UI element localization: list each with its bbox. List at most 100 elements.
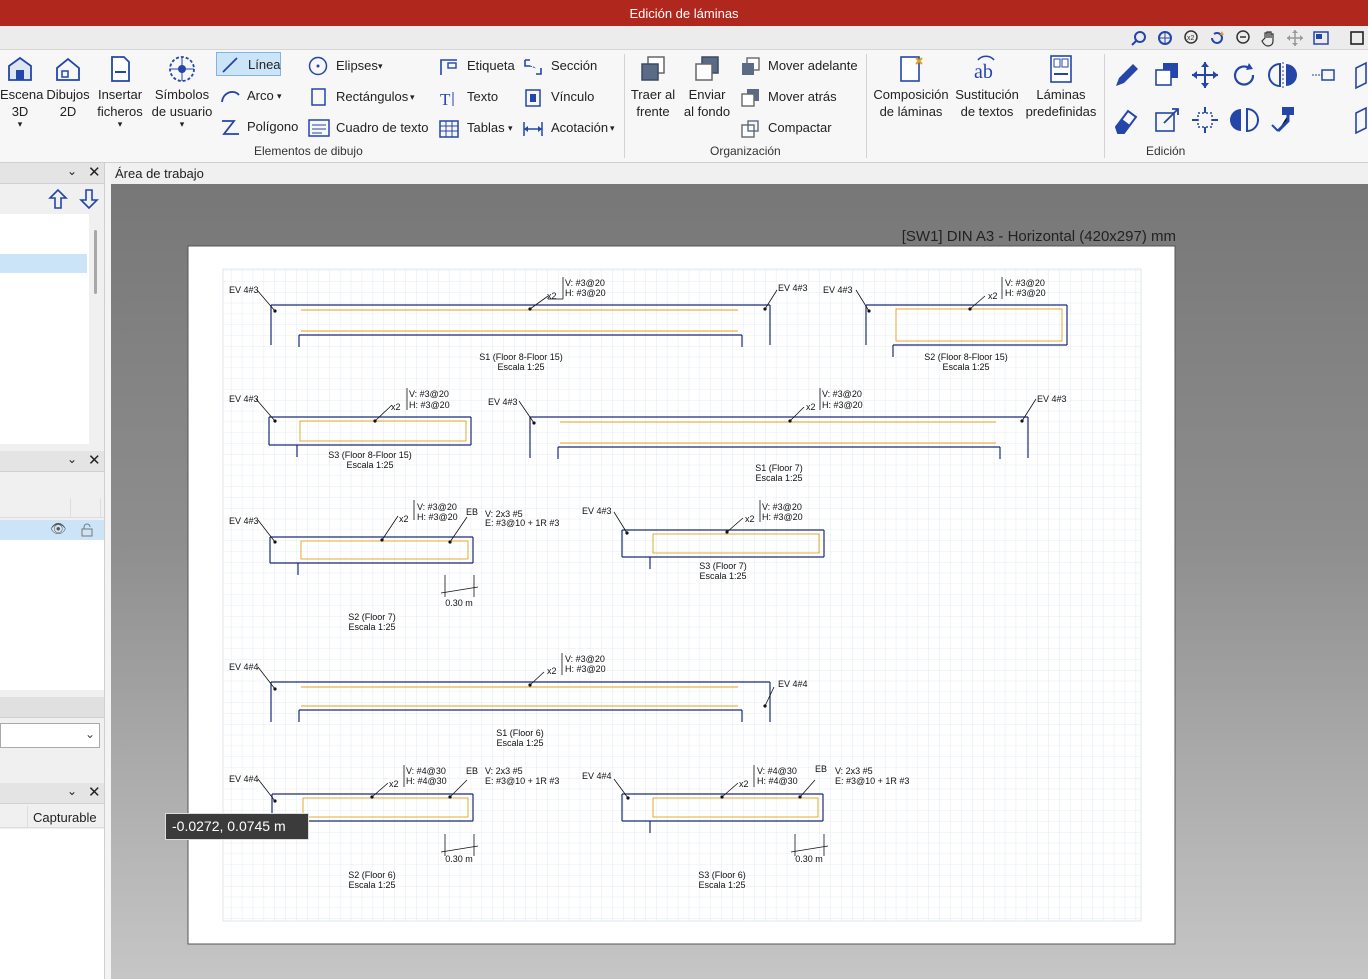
leader-dot	[763, 704, 767, 708]
zoom-window-icon[interactable]	[1156, 29, 1174, 47]
poligono-button[interactable]: Polígono	[220, 115, 302, 139]
layer-row[interactable]: 👁	[0, 520, 104, 540]
arco-dropdown-icon[interactable]: ▾	[277, 84, 282, 108]
sheet-label: H: #3@20	[565, 664, 606, 674]
ribbon-separator	[866, 54, 867, 158]
leader-dot	[625, 531, 629, 535]
acotacion-button[interactable]: Acotación ▾	[522, 116, 622, 140]
fullscreen-icon[interactable]	[1312, 29, 1330, 47]
collapse-chevron-icon[interactable]: ⌄	[67, 164, 77, 178]
sheet-label: EB	[815, 764, 827, 774]
style-select[interactable]: ⌄	[0, 723, 100, 748]
sheet-svg[interactable]: [SW1] DIN A3 - Horizontal (420x297) mm E…	[111, 184, 1368, 979]
tablas-dropdown-icon[interactable]: ▾	[508, 116, 513, 140]
copy-icon[interactable]	[1152, 60, 1182, 90]
tablas-button[interactable]: Tablas ▾	[438, 116, 518, 140]
texto-label: Texto	[467, 89, 499, 104]
layer-list[interactable]	[0, 540, 104, 690]
arrow-up-icon[interactable]	[48, 188, 68, 210]
pan-hand-icon[interactable]	[1260, 29, 1278, 47]
format-painter-icon[interactable]	[1268, 105, 1298, 135]
laminas-predefinidas-button[interactable]: Láminas predefinidas	[1022, 54, 1100, 120]
mirror-icon[interactable]	[1268, 60, 1298, 90]
leader-dot	[626, 796, 630, 800]
sheet-label: Escala 1:25	[496, 738, 543, 748]
rectangulos-button[interactable]: Rectángulos ▾	[308, 85, 420, 109]
traer-frente-button[interactable]: Traer al frente	[627, 54, 679, 120]
sheet-label: H: #3@20	[1005, 288, 1046, 298]
arco-button[interactable]: Arco ▾	[220, 84, 290, 108]
panel-header-4: ⌄ ✕	[0, 783, 104, 804]
cuadro-texto-button[interactable]: Cuadro de texto	[308, 116, 432, 140]
zoom-x2-icon[interactable]: x2	[1182, 29, 1200, 47]
cuadro-texto-label: Cuadro de texto	[336, 120, 429, 135]
close-icon[interactable]: ✕	[88, 163, 101, 181]
sheet-label: x2	[547, 666, 557, 676]
chevron-down-icon: ⌄	[85, 727, 96, 741]
elipses-dropdown-icon[interactable]: ▾	[378, 54, 383, 78]
dibujos-2d-button[interactable]: Dibujos 2D	[44, 54, 92, 120]
compactar-button[interactable]: Compactar	[740, 116, 840, 140]
box-3d-alt-icon[interactable]	[1348, 105, 1368, 135]
sustitucion-textos-label: Sustitución de textos	[955, 87, 1019, 119]
sheet-label: V: #3@20	[1005, 278, 1045, 288]
vinculo-button[interactable]: Vínculo	[522, 85, 602, 109]
escena-3d-button[interactable]: Escena 3D ▾	[0, 54, 43, 129]
etiqueta-button[interactable]: Etiqueta	[438, 54, 518, 78]
rectangle-icon	[311, 88, 326, 106]
scale-icon[interactable]	[1152, 105, 1182, 135]
rectangulos-dropdown-icon[interactable]: ▾	[410, 85, 415, 109]
eye-icon[interactable]: 👁	[50, 521, 67, 537]
elipses-button[interactable]: Elipses ▾	[308, 54, 388, 78]
lock-icon[interactable]	[81, 523, 93, 537]
group-edicion-label: Edición	[1146, 144, 1186, 158]
link-icon	[525, 89, 541, 107]
capture-table-header: Capturable	[0, 806, 104, 828]
tablas-label: Tablas	[467, 120, 505, 135]
rotate-icon[interactable]	[1229, 60, 1259, 90]
insertar-ficheros-button[interactable]: Insertar ficheros ▾	[94, 54, 146, 129]
sheet-label: H: #3@20	[417, 512, 458, 522]
splitter-handle-icon[interactable]: ⋮	[104, 585, 105, 596]
move-icon[interactable]	[1190, 60, 1220, 90]
refresh-icon[interactable]	[1208, 29, 1226, 47]
group-organizacion-label: Organización	[710, 144, 781, 158]
zoom-extents-icon[interactable]	[1130, 29, 1148, 47]
texto-button[interactable]: T Texto	[438, 85, 508, 109]
enviar-fondo-button[interactable]: Enviar al fondo	[681, 54, 733, 120]
sheet-label: Escala 1:25	[497, 362, 544, 372]
mover-adelante-button[interactable]: Mover adelante	[740, 54, 862, 78]
scrollbar[interactable]	[94, 230, 97, 294]
sheet-list[interactable]	[0, 214, 89, 444]
collapse-chevron-icon[interactable]: ⌄	[67, 784, 77, 798]
symmetry-icon[interactable]	[1229, 105, 1259, 135]
capture-list[interactable]	[0, 829, 104, 979]
eraser-icon[interactable]	[1112, 105, 1142, 135]
sheet-label: x2	[389, 779, 399, 789]
edit-pencil-icon[interactable]	[1112, 60, 1142, 90]
collapse-chevron-icon[interactable]: ⌄	[67, 452, 77, 466]
sheet-label: V: #3@20	[565, 654, 605, 664]
box-3d-icon[interactable]	[1348, 60, 1368, 90]
mover-atras-button[interactable]: Mover atrás	[740, 85, 850, 109]
mover-adelante-label: Mover adelante	[768, 58, 858, 73]
close-icon[interactable]: ✕	[88, 451, 101, 469]
stretch-icon[interactable]	[1190, 105, 1220, 135]
simbolos-usuario-button[interactable]: Símbolos de usuario ▾	[149, 54, 215, 129]
seccion-label: Sección	[551, 58, 598, 73]
drawing-canvas[interactable]: [SW1] DIN A3 - Horizontal (420x297) mm E…	[111, 184, 1368, 979]
acotacion-dropdown-icon[interactable]: ▾	[610, 116, 615, 140]
arrow-down-icon[interactable]	[79, 188, 99, 210]
maximize-icon[interactable]	[1348, 29, 1366, 47]
sustitucion-textos-button[interactable]: ab Sustitución de textos	[952, 54, 1022, 120]
linea-button[interactable]: Línea	[216, 52, 281, 76]
list-item-selected[interactable]	[0, 254, 87, 273]
zoom-out-icon[interactable]	[1234, 29, 1252, 47]
seccion-button[interactable]: Sección	[522, 54, 602, 78]
sheet-label: 0.30 m	[445, 598, 473, 608]
move-view-icon[interactable]	[1286, 29, 1304, 47]
composicion-laminas-button[interactable]: Composición de láminas	[870, 54, 952, 120]
array-icon[interactable]	[1308, 60, 1338, 90]
close-icon[interactable]: ✕	[88, 783, 101, 801]
ribbon-separator	[624, 54, 625, 158]
